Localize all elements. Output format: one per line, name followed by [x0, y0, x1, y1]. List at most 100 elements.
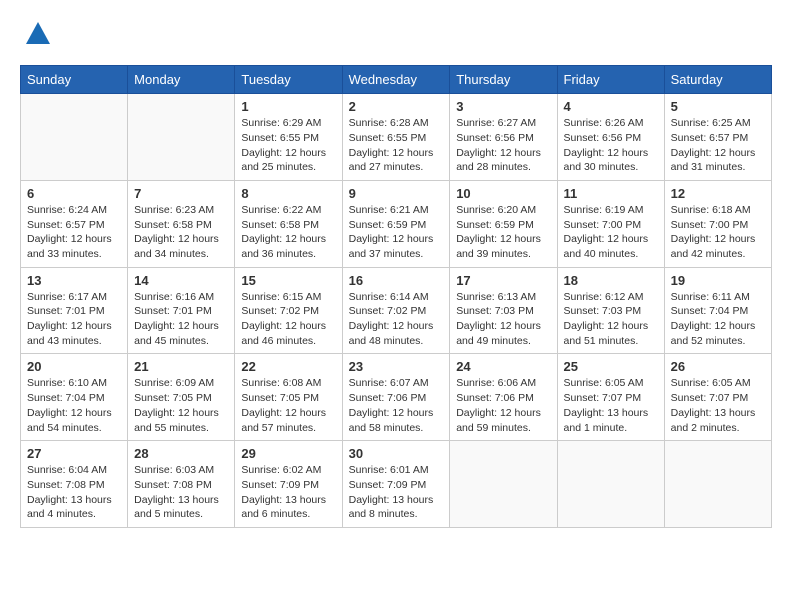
logo: [20, 20, 52, 49]
day-detail: Sunrise: 6:10 AM Sunset: 7:04 PM Dayligh…: [27, 376, 121, 435]
day-number: 18: [564, 273, 658, 288]
calendar-cell: 1 Sunrise: 6:29 AM Sunset: 6:55 PM Daylig…: [235, 94, 342, 181]
calendar-cell: 11 Sunrise: 6:19 AM Sunset: 7:00 PM Dayli…: [557, 180, 664, 267]
calendar-cell: 22 Sunrise: 6:08 AM Sunset: 7:05 PM Dayli…: [235, 354, 342, 441]
calendar-cell: 19Sunrise: 6:11 AM Sunset: 7:04 PM Dayli…: [664, 267, 771, 354]
calendar-cell: 17 Sunrise: 6:13 AM Sunset: 7:03 PM Dayli…: [450, 267, 557, 354]
calendar-cell: 24Sunrise: 6:06 AM Sunset: 7:06 PM Dayli…: [450, 354, 557, 441]
day-detail: Sunrise: 6:27 AM Sunset: 6:56 PM Dayligh…: [456, 116, 550, 175]
weekday-header: Saturday: [664, 66, 771, 94]
day-detail: Sunrise: 6:02 AM Sunset: 7:09 PM Dayligh…: [241, 463, 335, 522]
day-number: 30: [349, 446, 444, 461]
day-number: 29: [241, 446, 335, 461]
day-detail: Sunrise: 6:13 AM Sunset: 7:03 PM Dayligh…: [456, 290, 550, 349]
day-number: 7: [134, 186, 228, 201]
calendar-cell: 4 Sunrise: 6:26 AM Sunset: 6:56 PM Daylig…: [557, 94, 664, 181]
day-detail: Sunrise: 6:29 AM Sunset: 6:55 PM Dayligh…: [241, 116, 335, 175]
day-detail: Sunrise: 6:19 AM Sunset: 7:00 PM Dayligh…: [564, 203, 658, 262]
calendar-cell: 6Sunrise: 6:24 AM Sunset: 6:57 PM Daylig…: [21, 180, 128, 267]
day-number: 17: [456, 273, 550, 288]
day-number: 6: [27, 186, 121, 201]
day-number: 15: [241, 273, 335, 288]
day-number: 22: [241, 359, 335, 374]
day-detail: Sunrise: 6:05 AM Sunset: 7:07 PM Dayligh…: [671, 376, 765, 435]
day-detail: Sunrise: 6:26 AM Sunset: 6:56 PM Dayligh…: [564, 116, 658, 175]
calendar-cell: 29 Sunrise: 6:02 AM Sunset: 7:09 PM Dayli…: [235, 441, 342, 528]
weekday-header: Tuesday: [235, 66, 342, 94]
day-number: 20: [27, 359, 121, 374]
day-number: 27: [27, 446, 121, 461]
day-detail: Sunrise: 6:22 AM Sunset: 6:58 PM Dayligh…: [241, 203, 335, 262]
day-number: 2: [349, 99, 444, 114]
day-number: 25: [564, 359, 658, 374]
calendar-cell: 26 Sunrise: 6:05 AM Sunset: 7:07 PM Dayli…: [664, 354, 771, 441]
day-number: 14: [134, 273, 228, 288]
calendar-cell: 27 Sunrise: 6:04 AM Sunset: 7:08 PM Dayli…: [21, 441, 128, 528]
day-detail: Sunrise: 6:12 AM Sunset: 7:03 PM Dayligh…: [564, 290, 658, 349]
calendar-cell: 16 Sunrise: 6:14 AM Sunset: 7:02 PM Dayli…: [342, 267, 450, 354]
day-detail: Sunrise: 6:09 AM Sunset: 7:05 PM Dayligh…: [134, 376, 228, 435]
calendar-cell: 2 Sunrise: 6:28 AM Sunset: 6:55 PM Daylig…: [342, 94, 450, 181]
day-detail: Sunrise: 6:07 AM Sunset: 7:06 PM Dayligh…: [349, 376, 444, 435]
calendar-cell: 12Sunrise: 6:18 AM Sunset: 7:00 PM Dayli…: [664, 180, 771, 267]
day-detail: Sunrise: 6:18 AM Sunset: 7:00 PM Dayligh…: [671, 203, 765, 262]
calendar-week-row: 20 Sunrise: 6:10 AM Sunset: 7:04 PM Dayli…: [21, 354, 772, 441]
day-number: 21: [134, 359, 228, 374]
day-detail: Sunrise: 6:15 AM Sunset: 7:02 PM Dayligh…: [241, 290, 335, 349]
calendar-week-row: 1 Sunrise: 6:29 AM Sunset: 6:55 PM Daylig…: [21, 94, 772, 181]
weekday-header: Monday: [128, 66, 235, 94]
calendar-cell: 7 Sunrise: 6:23 AM Sunset: 6:58 PM Daylig…: [128, 180, 235, 267]
day-number: 8: [241, 186, 335, 201]
weekday-header: Wednesday: [342, 66, 450, 94]
calendar-table: SundayMondayTuesdayWednesdayThursdayFrid…: [20, 65, 772, 528]
calendar-cell: 3 Sunrise: 6:27 AM Sunset: 6:56 PM Daylig…: [450, 94, 557, 181]
calendar-week-row: 27 Sunrise: 6:04 AM Sunset: 7:08 PM Dayli…: [21, 441, 772, 528]
day-detail: Sunrise: 6:05 AM Sunset: 7:07 PM Dayligh…: [564, 376, 658, 435]
calendar-cell: 13Sunrise: 6:17 AM Sunset: 7:01 PM Dayli…: [21, 267, 128, 354]
day-detail: Sunrise: 6:16 AM Sunset: 7:01 PM Dayligh…: [134, 290, 228, 349]
calendar-cell: [450, 441, 557, 528]
day-number: 10: [456, 186, 550, 201]
calendar-cell: 15 Sunrise: 6:15 AM Sunset: 7:02 PM Dayli…: [235, 267, 342, 354]
day-number: 5: [671, 99, 765, 114]
day-detail: Sunrise: 6:20 AM Sunset: 6:59 PM Dayligh…: [456, 203, 550, 262]
calendar-cell: 20 Sunrise: 6:10 AM Sunset: 7:04 PM Dayli…: [21, 354, 128, 441]
calendar-cell: 8 Sunrise: 6:22 AM Sunset: 6:58 PM Daylig…: [235, 180, 342, 267]
day-detail: Sunrise: 6:01 AM Sunset: 7:09 PM Dayligh…: [349, 463, 444, 522]
day-number: 11: [564, 186, 658, 201]
day-detail: Sunrise: 6:28 AM Sunset: 6:55 PM Dayligh…: [349, 116, 444, 175]
calendar-week-row: 6Sunrise: 6:24 AM Sunset: 6:57 PM Daylig…: [21, 180, 772, 267]
calendar-cell: 9 Sunrise: 6:21 AM Sunset: 6:59 PM Daylig…: [342, 180, 450, 267]
day-detail: Sunrise: 6:25 AM Sunset: 6:57 PM Dayligh…: [671, 116, 765, 175]
calendar-cell: [21, 94, 128, 181]
day-detail: Sunrise: 6:08 AM Sunset: 7:05 PM Dayligh…: [241, 376, 335, 435]
calendar-cell: [128, 94, 235, 181]
page-header: [20, 20, 772, 49]
day-number: 28: [134, 446, 228, 461]
day-number: 4: [564, 99, 658, 114]
calendar-cell: 23Sunrise: 6:07 AM Sunset: 7:06 PM Dayli…: [342, 354, 450, 441]
day-detail: Sunrise: 6:23 AM Sunset: 6:58 PM Dayligh…: [134, 203, 228, 262]
calendar-cell: 14 Sunrise: 6:16 AM Sunset: 7:01 PM Dayli…: [128, 267, 235, 354]
calendar-cell: 5 Sunrise: 6:25 AM Sunset: 6:57 PM Daylig…: [664, 94, 771, 181]
day-number: 9: [349, 186, 444, 201]
day-detail: Sunrise: 6:04 AM Sunset: 7:08 PM Dayligh…: [27, 463, 121, 522]
calendar-cell: [557, 441, 664, 528]
day-number: 1: [241, 99, 335, 114]
day-detail: Sunrise: 6:11 AM Sunset: 7:04 PM Dayligh…: [671, 290, 765, 349]
day-detail: Sunrise: 6:06 AM Sunset: 7:06 PM Dayligh…: [456, 376, 550, 435]
day-detail: Sunrise: 6:21 AM Sunset: 6:59 PM Dayligh…: [349, 203, 444, 262]
day-number: 13: [27, 273, 121, 288]
day-number: 16: [349, 273, 444, 288]
logo-icon: [24, 20, 52, 48]
weekday-header: Sunday: [21, 66, 128, 94]
calendar-cell: 28 Sunrise: 6:03 AM Sunset: 7:08 PM Dayli…: [128, 441, 235, 528]
day-detail: Sunrise: 6:03 AM Sunset: 7:08 PM Dayligh…: [134, 463, 228, 522]
calendar-week-row: 13Sunrise: 6:17 AM Sunset: 7:01 PM Dayli…: [21, 267, 772, 354]
day-detail: Sunrise: 6:14 AM Sunset: 7:02 PM Dayligh…: [349, 290, 444, 349]
day-number: 3: [456, 99, 550, 114]
calendar-cell: 18 Sunrise: 6:12 AM Sunset: 7:03 PM Dayli…: [557, 267, 664, 354]
calendar-header-row: SundayMondayTuesdayWednesdayThursdayFrid…: [21, 66, 772, 94]
calendar-cell: 10 Sunrise: 6:20 AM Sunset: 6:59 PM Dayli…: [450, 180, 557, 267]
day-number: 26: [671, 359, 765, 374]
